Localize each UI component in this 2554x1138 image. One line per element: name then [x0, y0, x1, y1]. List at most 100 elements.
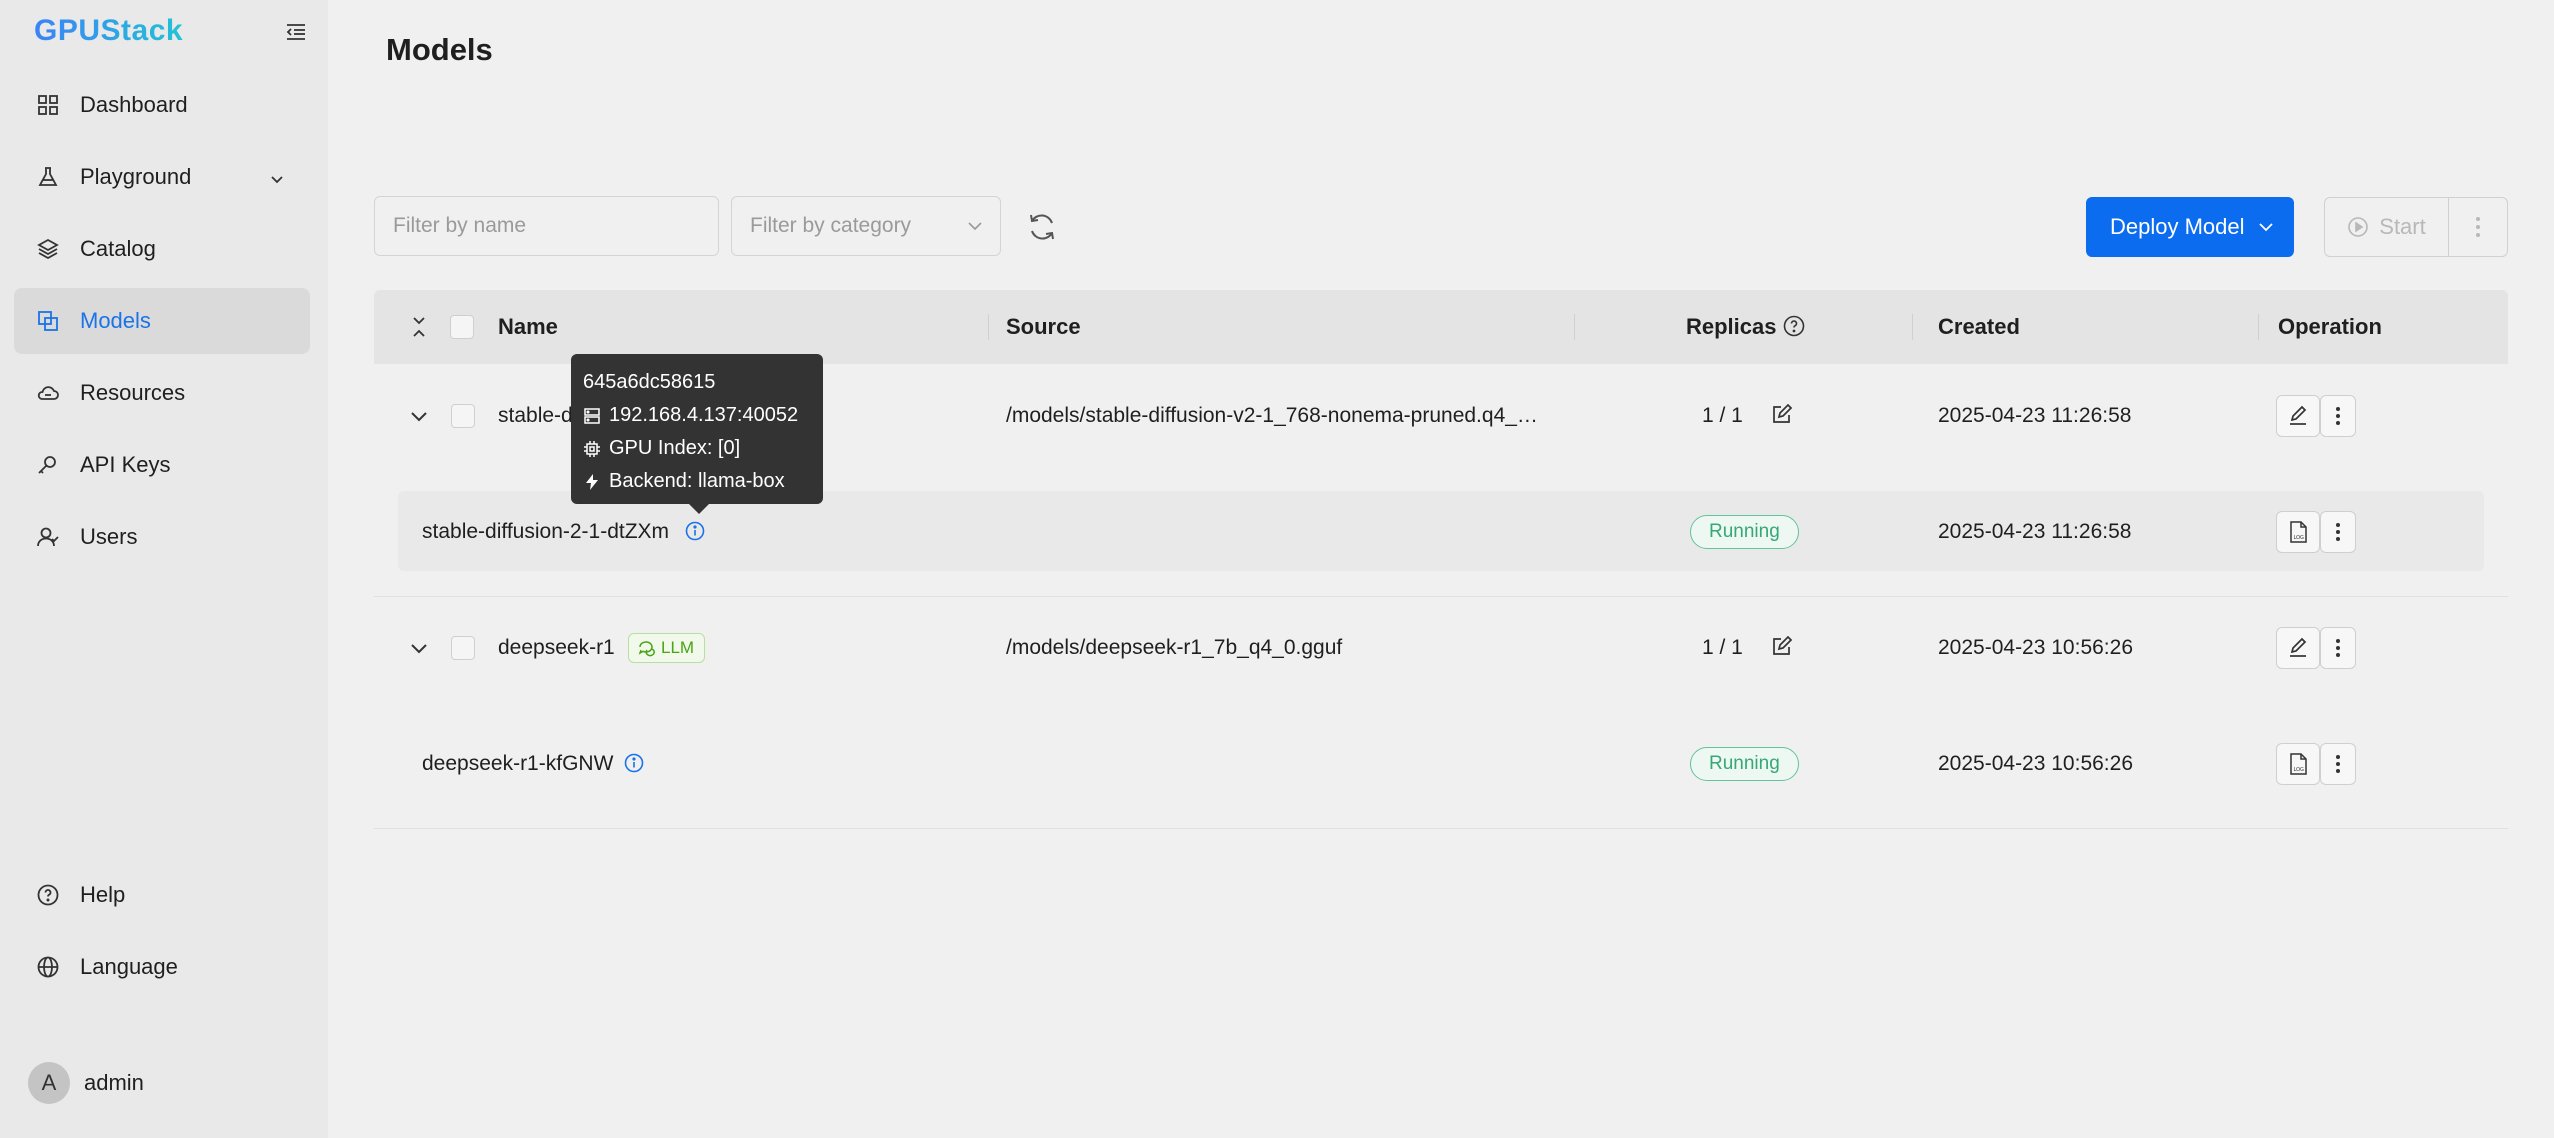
deploy-model-label: Deploy Model: [2110, 214, 2245, 239]
edit-icon: [2290, 637, 2307, 657]
filter-name-input[interactable]: Filter by name: [374, 196, 719, 256]
filter-name-placeholder: Filter by name: [393, 214, 527, 237]
llm-tag: LLM: [628, 633, 706, 663]
header-operation: Operation: [2278, 314, 2382, 339]
nav-item-help[interactable]: Help: [14, 862, 310, 928]
column-divider: [1574, 314, 1575, 340]
nav-item-api-keys[interactable]: API Keys: [14, 432, 310, 498]
column-divider: [2258, 314, 2259, 340]
more-vertical-icon: [2476, 217, 2480, 237]
dashboard-icon: [36, 93, 60, 117]
flask-icon: [36, 165, 60, 189]
info-icon[interactable]: [624, 753, 644, 773]
tooltip-backend-line: Backend: llama-box: [583, 465, 811, 498]
column-divider: [1912, 314, 1913, 340]
filter-category-placeholder: Filter by category: [750, 214, 912, 237]
nav-item-catalog[interactable]: Catalog: [14, 216, 310, 282]
more-actions-button[interactable]: [2449, 198, 2507, 256]
tooltip-gpu: GPU Index: [0]: [609, 437, 741, 459]
edit-replicas-icon[interactable]: [1770, 403, 1793, 431]
instance-created-time: 2025-04-23 10:56:26: [1938, 752, 2133, 775]
row-more-button[interactable]: [2320, 627, 2356, 669]
header-replicas: Replicas: [1686, 314, 1777, 339]
replicas-count: 1 / 1: [1702, 404, 1743, 427]
username: admin: [84, 1070, 144, 1095]
chevron-down-icon[interactable]: [408, 637, 430, 659]
avatar[interactable]: A: [28, 1062, 70, 1104]
instance-created-time: 2025-04-23 11:26:58: [1938, 520, 2132, 543]
user-menu[interactable]: A admin: [28, 1062, 144, 1104]
chevron-down-icon: [2258, 223, 2273, 232]
row-checkbox[interactable]: [451, 404, 475, 428]
select-all-checkbox[interactable]: [450, 315, 474, 339]
server-icon: [584, 407, 600, 424]
nav-item-dashboard[interactable]: Dashboard: [14, 72, 310, 138]
tooltip-backend: Backend: llama-box: [609, 470, 785, 492]
question-circle-icon[interactable]: [1782, 314, 1806, 344]
collapse-all-icon[interactable]: [410, 314, 428, 346]
view-logs-button[interactable]: LOG: [2276, 511, 2320, 553]
start-button[interactable]: Start: [2325, 198, 2449, 256]
tooltip-address: 192.168.4.137:40052: [609, 404, 799, 426]
help-icon: [36, 883, 60, 907]
page-title: Models: [386, 32, 493, 67]
nav-item-users[interactable]: Users: [14, 504, 310, 570]
header-source: Source: [1006, 314, 1081, 339]
deploy-model-button[interactable]: Deploy Model: [2086, 197, 2294, 257]
more-vertical-icon: [2336, 639, 2340, 657]
instance-name: stable-diffusion-2-1-dtZXm: [422, 520, 670, 543]
model-source: /models/stable-diffusion-v2-1_768-nonema…: [1006, 404, 1538, 427]
models-icon: [36, 309, 60, 333]
header-name[interactable]: Name: [498, 314, 558, 340]
edit-icon: [2290, 405, 2307, 425]
edit-button[interactable]: [2276, 395, 2320, 437]
chip-icon: [584, 440, 600, 457]
nav-label: Help: [80, 882, 126, 907]
instance-more-button[interactable]: [2320, 511, 2356, 553]
llm-tag-label: LLM: [661, 638, 695, 657]
cloud-icon: [36, 381, 60, 405]
svg-text:LOG: LOG: [2294, 767, 2305, 773]
collapse-sidebar-icon[interactable]: [284, 20, 308, 44]
lightning-icon: [586, 473, 598, 490]
nav-label: Playground: [80, 164, 192, 189]
nav-item-models[interactable]: Models: [14, 288, 310, 354]
edit-replicas-icon[interactable]: [1770, 635, 1793, 663]
app-logo[interactable]: GPUStack: [34, 14, 183, 48]
filter-category-select[interactable]: Filter by category: [731, 196, 1001, 256]
chevron-down-icon[interactable]: [268, 168, 286, 186]
start-label: Start: [2379, 214, 2426, 239]
nav-label: API Keys: [80, 452, 171, 477]
nav-item-resources[interactable]: Resources: [14, 360, 310, 426]
edit-button[interactable]: [2276, 627, 2320, 669]
column-divider: [988, 314, 989, 340]
nav-label: Resources: [80, 380, 186, 405]
nav-label: Users: [80, 524, 138, 549]
status-badge: Running: [1690, 515, 1799, 549]
row-more-button[interactable]: [2320, 395, 2356, 437]
chevron-down-icon[interactable]: [408, 405, 430, 427]
start-button-group: Start: [2324, 197, 2508, 257]
nav-label: Models: [80, 308, 151, 333]
model-source: /models/deepseek-r1_7b_q4_0.gguf: [1006, 636, 1343, 659]
instance-more-button[interactable]: [2320, 743, 2356, 785]
nav-item-language[interactable]: Language: [14, 934, 310, 1000]
row-checkbox[interactable]: [451, 636, 475, 660]
model-name[interactable]: stable-d: [498, 404, 573, 428]
instance-name: deepseek-r1-kfGNW: [422, 752, 614, 775]
log-file-icon: LOG: [2290, 521, 2307, 543]
header-created[interactable]: Created: [1938, 314, 2020, 340]
view-logs-button[interactable]: LOG: [2276, 743, 2320, 785]
table-header: Name Source Replicas Created Operation: [374, 290, 2508, 364]
sidebar: GPUStack Dashboard Playground Catalog Mo…: [0, 0, 328, 1138]
info-icon[interactable]: [685, 521, 705, 541]
created-time: 2025-04-23 10:56:26: [1938, 636, 2133, 659]
nav-item-playground[interactable]: Playground: [14, 144, 310, 210]
refresh-icon[interactable]: [1026, 211, 1058, 243]
more-vertical-icon: [2336, 755, 2340, 773]
nav-label: Dashboard: [80, 92, 188, 117]
log-file-icon: LOG: [2290, 753, 2307, 775]
model-name[interactable]: deepseek-r1: [498, 636, 615, 660]
chat-icon: [638, 641, 655, 657]
tooltip-address-line: 192.168.4.137:40052: [583, 399, 811, 432]
